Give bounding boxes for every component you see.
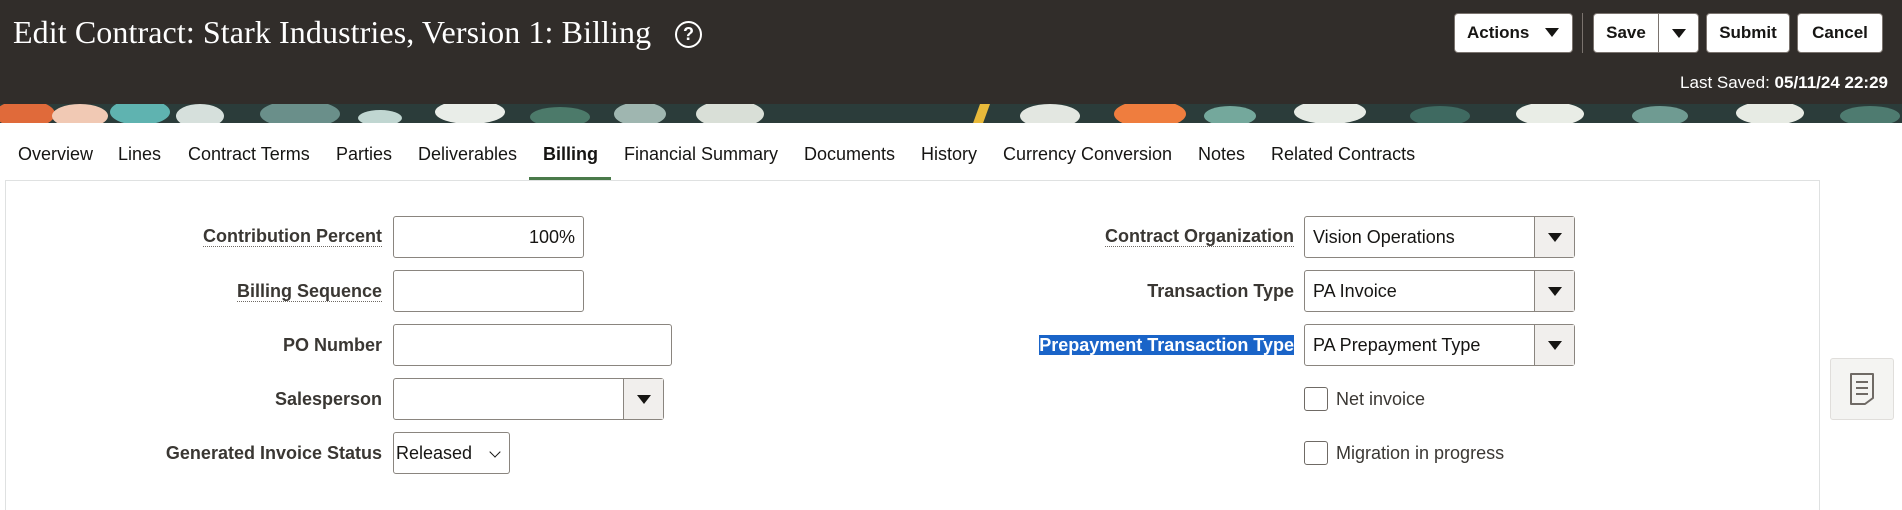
chevron-down-icon [1671,28,1686,38]
net-invoice-checkbox[interactable] [1304,387,1328,411]
salesperson-value [394,379,623,419]
billing-sequence-input[interactable] [393,270,584,312]
last-saved-label: Last Saved: [1680,73,1770,92]
cancel-button[interactable]: Cancel [1797,13,1883,53]
tab-notes[interactable]: Notes [1198,144,1245,165]
tab-deliverables[interactable]: Deliverables [418,144,517,165]
tab-billing[interactable]: Billing [543,144,598,165]
decorative-banner [0,104,1902,123]
contract-organization-dropdown-button[interactable] [1534,217,1574,257]
tab-overview[interactable]: Overview [18,144,93,165]
migration-in-progress-label: Migration in progress [1336,443,1505,463]
salesperson-label: Salesperson [274,389,382,409]
transaction-type-dropdown-button[interactable] [1534,271,1574,311]
po-number-label: PO Number [282,335,382,355]
save-button[interactable]: Save [1593,13,1659,53]
contract-organization-combobox[interactable]: Vision Operations [1304,216,1575,258]
tab-history[interactable]: History [921,144,977,165]
po-number-input[interactable] [393,324,672,366]
contract-organization-label: Contract Organization [1104,226,1294,247]
tab-lines[interactable]: Lines [118,144,161,165]
generated-invoice-status-value: Released [396,442,473,463]
tab-currency-conversion[interactable]: Currency Conversion [1003,144,1172,165]
prepayment-transaction-type-value: PA Prepayment Type [1313,334,1481,355]
contract-organization-value: Vision Operations [1313,226,1455,247]
salesperson-combobox[interactable] [393,378,664,420]
selected-text-highlight: Prepayment Transaction Type [1039,335,1294,355]
submit-button[interactable]: Submit [1706,13,1790,53]
chevron-down-icon [636,394,651,404]
contribution-percent-label: Contribution Percent [203,226,382,247]
help-icon[interactable]: ? [675,21,702,48]
tab-parties[interactable]: Parties [336,144,392,165]
prepayment-transaction-type-combobox[interactable]: PA Prepayment Type [1304,324,1575,366]
prepayment-transaction-type-label: Prepayment Transaction Type [1039,335,1294,356]
transaction-type-value: PA Invoice [1313,280,1397,301]
migration-in-progress-checkbox[interactable] [1304,441,1328,465]
contribution-percent-value: 100% [528,226,575,247]
prepayment-transaction-type-dropdown-button[interactable] [1534,325,1574,365]
submit-button-label: Submit [1719,23,1777,42]
chevron-down-icon [1547,232,1562,242]
tab-financial-summary[interactable]: Financial Summary [624,144,778,165]
net-invoice-label: Net invoice [1336,389,1426,409]
generated-invoice-status-select[interactable]: Released [393,432,510,474]
chevron-down-icon [1545,28,1559,37]
tab-contract-terms[interactable]: Contract Terms [188,144,310,165]
transaction-type-combobox[interactable]: PA Invoice [1304,270,1575,312]
cancel-button-label: Cancel [1812,23,1868,42]
banner-pattern [0,104,1902,123]
tab-related-contracts[interactable]: Related Contracts [1271,144,1415,165]
chevron-down-icon [489,446,501,458]
page-title: Edit Contract: Stark Industries, Version… [13,14,652,50]
billing-sequence-label: Billing Sequence [236,281,382,302]
actions-button-label: Actions [1467,23,1530,42]
save-menu-button[interactable] [1658,13,1699,53]
chevron-down-icon [1547,286,1562,296]
generated-invoice-status-label: Generated Invoice Status [165,443,382,463]
side-panel-toggle[interactable] [1830,358,1894,420]
last-saved-status: Last Saved: 05/11/24 22:29 [1680,73,1888,93]
contribution-percent-input[interactable]: 100% [393,216,584,258]
toolbar-divider [1582,13,1583,53]
last-saved-value: 05/11/24 22:29 [1774,73,1888,92]
transaction-type-label: Transaction Type [1147,281,1294,301]
save-button-label: Save [1606,23,1646,42]
chevron-down-icon [1547,340,1562,350]
page-header: Edit Contract: Stark Industries, Version… [0,0,1902,104]
salesperson-dropdown-button[interactable] [623,379,663,419]
tab-documents[interactable]: Documents [804,144,895,165]
document-icon [1850,373,1874,405]
tab-bar: Overview Lines Contract Terms Parties De… [0,123,1902,181]
actions-button[interactable]: Actions [1454,13,1573,53]
